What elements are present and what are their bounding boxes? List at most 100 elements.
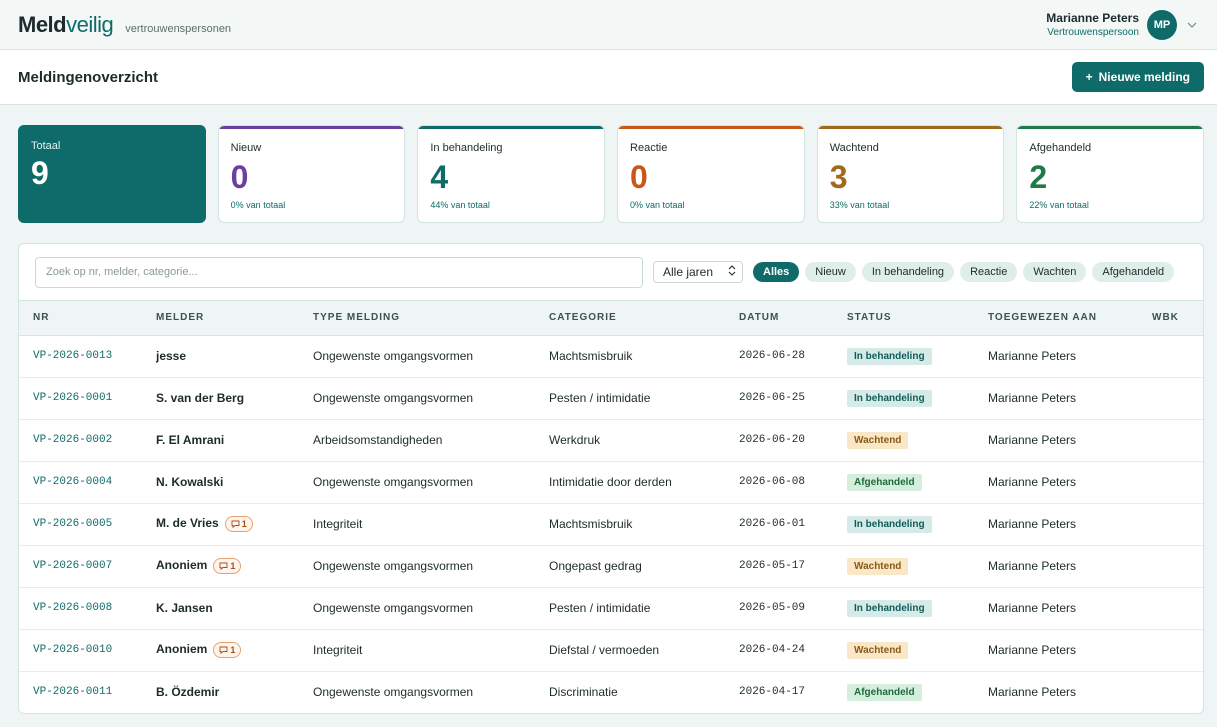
- report-number[interactable]: VP-2026-0007: [19, 545, 142, 588]
- column-header-categorie[interactable]: CATEGORIE: [535, 301, 725, 336]
- report-number[interactable]: VP-2026-0004: [19, 461, 142, 504]
- reporter-name: F. El Amrani: [156, 433, 225, 447]
- assigned-to: Marianne Peters: [974, 587, 1138, 630]
- assigned-to: Marianne Peters: [974, 335, 1138, 378]
- table-row[interactable]: VP-2026-0001 S. van der Berg Ongewenste om…: [19, 377, 1203, 420]
- year-select[interactable]: Alle jaren: [653, 261, 743, 283]
- filter-pill-in-behandeling[interactable]: In behandeling: [861, 262, 955, 282]
- column-header-status[interactable]: STATUS: [833, 301, 974, 336]
- report-number[interactable]: VP-2026-0010: [19, 629, 142, 672]
- table-row[interactable]: VP-2026-0002 F. El Amrani Arbeidsomstandig…: [19, 419, 1203, 462]
- status-cell: In behandeling: [833, 503, 974, 546]
- stat-card-afgehandeld[interactable]: Afgehandeld 2 22% van totaal: [1016, 125, 1205, 223]
- table-row[interactable]: VP-2026-0010 Anoniem 1 Integriteit Diefstal …: [19, 629, 1203, 672]
- filter-pill-wachten[interactable]: Wachten: [1023, 262, 1087, 282]
- filter-pill-nieuw[interactable]: Nieuw: [805, 262, 856, 282]
- user-menu[interactable]: Marianne Peters Vertrouwenspersoon MP: [1046, 9, 1199, 40]
- filter-pill-reactie[interactable]: Reactie: [960, 262, 1018, 282]
- report-category: Intimidatie door derden: [535, 461, 725, 504]
- report-type: Ongewenste omgangsvormen: [299, 377, 535, 420]
- report-type: Arbeidsomstandigheden: [299, 419, 535, 462]
- chevron-down-icon[interactable]: [1185, 18, 1199, 32]
- new-report-button[interactable]: + Nieuwe melding: [1071, 62, 1204, 92]
- wbk-cell: [1138, 377, 1203, 420]
- status-badge: Afgehandeld: [847, 473, 922, 491]
- reporter-cell: K. Jansen: [142, 587, 299, 630]
- stat-label: Totaal: [31, 140, 61, 152]
- comment-icon: [219, 646, 228, 654]
- status-cell: In behandeling: [833, 377, 974, 420]
- column-header-melder[interactable]: MELDER: [142, 301, 299, 336]
- stat-accent-bar: [817, 126, 1004, 129]
- assigned-to: Marianne Peters: [974, 629, 1138, 672]
- column-header-toegewezen[interactable]: TOEGEWEZEN AAN: [974, 301, 1138, 336]
- report-type: Ongewenste omgangsvormen: [313, 685, 474, 700]
- report-date: 2026-04-24: [725, 629, 833, 672]
- wbk-cell: [1138, 461, 1203, 504]
- report-number[interactable]: VP-2026-0008: [19, 587, 142, 630]
- table-row[interactable]: VP-2026-0011 B. Özdemir Ongewenste omgangs…: [19, 671, 1203, 713]
- assigned-to: Marianne Peters: [974, 377, 1138, 420]
- table-row[interactable]: VP-2026-0008 K. Jansen Ongewenste omgangsv…: [19, 587, 1203, 630]
- stat-card-nieuw[interactable]: Nieuw 0 0% van totaal: [217, 125, 406, 223]
- stat-label: Wachtend: [829, 142, 879, 154]
- reports-panel: Alle jaren Alles Nieuw In behandeling Re…: [18, 243, 1204, 714]
- report-number[interactable]: VP-2026-0011: [19, 671, 142, 713]
- comment-count-badge[interactable]: 1: [224, 516, 253, 532]
- report-date: 2026-04-17: [739, 686, 806, 699]
- assigned-to: Marianne Peters: [974, 461, 1138, 504]
- comment-count-badge[interactable]: 1: [213, 558, 242, 574]
- reporter-name: K. Jansen: [156, 601, 213, 615]
- table-row[interactable]: VP-2026-0007 Anoniem 1 Ongewenste omgangsvo…: [19, 545, 1203, 588]
- avatar[interactable]: MP: [1147, 9, 1177, 40]
- table-row[interactable]: VP-2026-0004 N. Kowalski Ongewenste omgang…: [19, 461, 1203, 504]
- stat-accent-bar: [618, 126, 804, 129]
- report-number[interactable]: VP-2026-0001: [19, 377, 142, 420]
- status-badge: Wachtend: [847, 641, 909, 659]
- assigned-to: Marianne Peters: [974, 545, 1138, 588]
- stat-value: 0: [230, 159, 249, 195]
- column-header-type[interactable]: TYPE MELDING: [299, 301, 535, 336]
- stat-label: Reactie: [630, 142, 668, 154]
- filter-pill-afgehandeld[interactable]: Afgehandeld: [1092, 262, 1175, 282]
- report-number[interactable]: VP-2026-0013: [19, 335, 142, 378]
- page-title: Meldingenoverzicht: [18, 68, 159, 86]
- stat-accent-bar: [1017, 126, 1204, 129]
- search-input[interactable]: [35, 256, 643, 288]
- status-cell: Wachtend: [833, 629, 974, 672]
- wbk-cell: [1138, 545, 1203, 588]
- table-row[interactable]: VP-2026-0013 jesse Ongewenste omgangsvorme…: [19, 335, 1203, 378]
- report-date: 2026-06-28: [725, 335, 833, 378]
- column-header-wbk[interactable]: WBK: [1138, 301, 1203, 336]
- stat-card-in-behandeling[interactable]: In behandeling 4 44% van totaal: [417, 125, 606, 223]
- table-row[interactable]: VP-2026-0005 M. de Vries 1 Integriteit Macht…: [19, 503, 1203, 546]
- stat-card-wachtend[interactable]: Wachtend 3 33% van totaal: [816, 125, 1005, 223]
- stat-percentage: 22% van totaal: [1029, 200, 1089, 210]
- brand: Meldveilig vertrouwenspersonen: [18, 12, 231, 38]
- column-header-nr[interactable]: NR: [19, 301, 142, 336]
- column-header-datum[interactable]: DATUM: [725, 301, 833, 336]
- filter-pill-alles[interactable]: Alles: [753, 262, 800, 282]
- reporter-cell: M. de Vries 1: [142, 503, 299, 546]
- reporter-name: N. Kowalski: [156, 475, 224, 489]
- comment-count-badge[interactable]: 1: [213, 642, 242, 658]
- stat-card-reactie[interactable]: Reactie 0 0% van totaal: [617, 125, 805, 223]
- report-category: Pesten / intimidatie: [535, 587, 725, 630]
- reporter-name: B. Özdemir: [156, 685, 220, 700]
- logo[interactable]: Meldveilig: [18, 12, 114, 38]
- wbk-cell: [1138, 503, 1203, 546]
- status-cell: In behandeling: [833, 587, 974, 630]
- reporter-cell: Anoniem 1: [142, 629, 299, 672]
- stat-card-total[interactable]: Totaal 9: [18, 125, 206, 223]
- reporter-cell: S. van der Berg: [142, 377, 299, 420]
- comment-icon: [219, 562, 228, 570]
- stat-label: In behandeling: [430, 142, 503, 154]
- report-number[interactable]: VP-2026-0002: [19, 419, 142, 462]
- status-badge: Afgehandeld: [847, 683, 922, 701]
- report-date: 2026-06-01: [725, 503, 833, 546]
- report-number[interactable]: VP-2026-0005: [19, 503, 142, 546]
- wbk-cell: [1138, 587, 1203, 630]
- stat-accent-bar: [218, 126, 405, 129]
- report-date: 2026-05-17: [725, 545, 833, 588]
- report-date: 2026-06-08: [725, 461, 833, 504]
